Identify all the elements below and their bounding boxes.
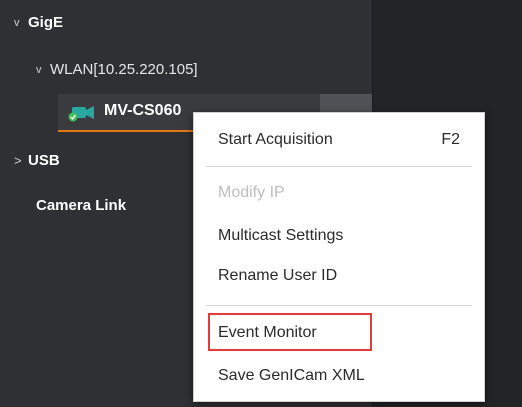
- menu-item-multicast-settings[interactable]: Multicast Settings: [194, 219, 484, 253]
- tree-node-gige[interactable]: v GigE: [14, 14, 63, 31]
- menu-item-label: Save GenICam XML: [218, 367, 365, 384]
- tree-node-usb[interactable]: > USB: [14, 152, 60, 169]
- context-menu: Start Acquisition F2 Modify IP Multicast…: [193, 112, 485, 402]
- menu-item-label: Rename User ID: [218, 267, 338, 284]
- menu-separator: [206, 166, 472, 167]
- device-name: MV-CS060: [104, 102, 182, 119]
- app-window: v GigE v WLAN[10.25.220.105] MV-CS060 > …: [0, 0, 522, 407]
- menu-item-modify-ip: Modify IP: [194, 176, 484, 210]
- menu-item-rename-user-id[interactable]: Rename User ID: [194, 259, 484, 293]
- tree-node-wlan-label: WLAN[10.25.220.105]: [50, 61, 198, 78]
- menu-item-save-genicam-xml[interactable]: Save GenICam XML: [194, 359, 484, 393]
- menu-item-start-acquisition[interactable]: Start Acquisition F2: [194, 123, 484, 157]
- chevron-down-icon[interactable]: v: [14, 17, 28, 29]
- tree-node-gige-label: GigE: [28, 14, 64, 31]
- menu-item-label: Multicast Settings: [218, 227, 344, 244]
- chevron-right-icon[interactable]: >: [14, 153, 28, 168]
- tree-node-camera-link-label: Camera Link: [36, 197, 127, 214]
- menu-item-shortcut: F2: [441, 131, 460, 148]
- menu-separator: [206, 305, 472, 306]
- tree-node-camera-link[interactable]: Camera Link: [36, 197, 126, 214]
- chevron-down-icon[interactable]: v: [36, 64, 50, 76]
- menu-item-label: Start Acquisition: [218, 131, 333, 148]
- camera-icon: [68, 106, 94, 122]
- menu-item-label: Modify IP: [218, 184, 285, 201]
- tree-node-usb-label: USB: [28, 152, 60, 169]
- tree-node-wlan[interactable]: v WLAN[10.25.220.105]: [36, 61, 198, 78]
- highlight-annotation-box: [208, 313, 372, 351]
